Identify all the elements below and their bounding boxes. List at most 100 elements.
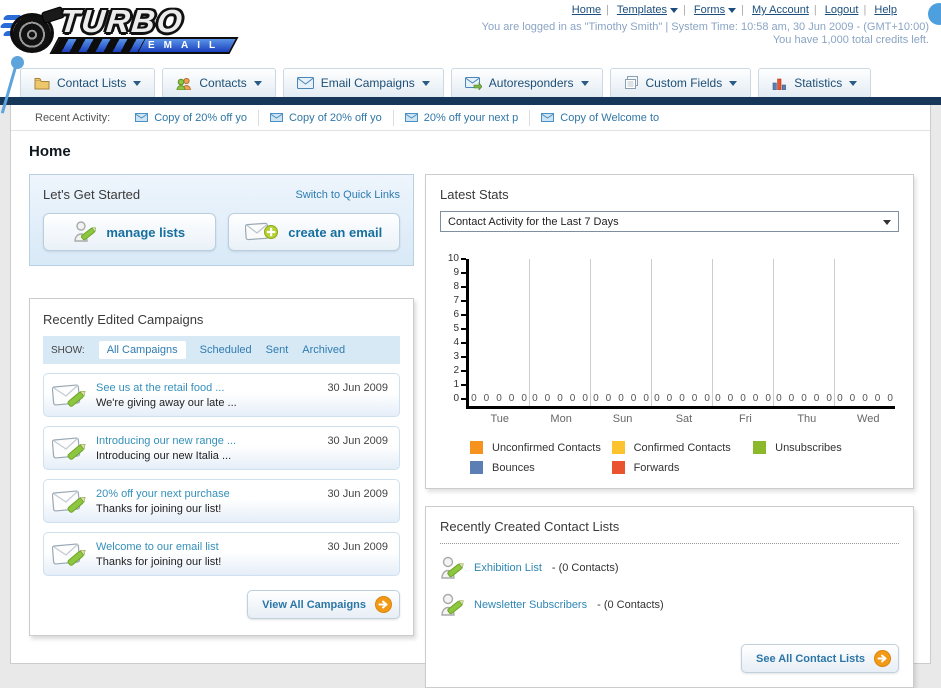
contact-list-count: - (0 Contacts) — [597, 599, 664, 611]
recent-campaigns-title: Recently Edited Campaigns — [43, 312, 204, 327]
envelope-edit-icon — [52, 490, 86, 513]
filter-archived[interactable]: Archived — [302, 344, 345, 356]
latest-stats-panel: Latest Stats Contact Activity for the La… — [425, 174, 914, 489]
pages-icon — [624, 76, 638, 89]
content-container: Recent Activity: Copy of 20% off yo Copy… — [10, 105, 931, 688]
decorative-circle — [928, 3, 941, 25]
recent-activity-label: Recent Activity: — [35, 111, 111, 124]
legend-swatch — [611, 461, 625, 474]
tab-email-campaigns[interactable]: Email Campaigns — [282, 68, 444, 97]
chevron-down-icon — [133, 80, 142, 86]
contacts-icon — [176, 77, 192, 90]
campaign-subtitle: Thanks for joining our list! — [96, 502, 222, 515]
envelope-icon — [404, 113, 418, 122]
filter-scheduled[interactable]: Scheduled — [200, 344, 252, 356]
contact-list-link[interactable]: Newsletter Subscribers — [474, 599, 587, 611]
legend-swatch — [611, 441, 625, 454]
recent-activity-item[interactable]: Copy of 20% off yo — [124, 110, 258, 126]
bar-chart-icon — [772, 78, 787, 90]
nav-logout-link[interactable]: Logout — [825, 4, 859, 16]
create-email-button[interactable]: create an email — [227, 213, 400, 251]
tab-contact-lists[interactable]: Contact Lists — [20, 68, 156, 97]
legend-swatch — [470, 441, 483, 454]
nav-help-link[interactable]: Help — [874, 4, 897, 16]
campaign-subtitle: We're giving away our late ... — [96, 396, 237, 409]
campaign-date: 30 Jun 2009 — [327, 541, 388, 553]
logo-stripes — [52, 39, 146, 52]
person-edit-icon — [441, 593, 464, 616]
legend-item: Forwards — [611, 461, 754, 474]
logo-text-email: EMAIL — [147, 40, 224, 51]
filter-sent[interactable]: Sent — [266, 344, 289, 356]
campaign-title-link[interactable]: See us at the retail food ... — [96, 382, 311, 394]
recent-campaigns-panel: Recently Edited Campaigns SHOW: All Camp… — [29, 298, 414, 636]
campaign-card[interactable]: Introducing our new range ... Introducin… — [43, 426, 400, 470]
legend-item: Confirmed Contacts — [611, 441, 754, 454]
campaign-title-link[interactable]: 20% off your next purchase — [96, 488, 311, 500]
legend-item: Bounces — [470, 461, 612, 474]
campaign-card[interactable]: 20% off your next purchase Thanks for jo… — [43, 479, 400, 523]
contact-list-link[interactable]: Exhibition List — [474, 562, 542, 574]
recent-activity-item[interactable]: Copy of Welcome to — [529, 109, 670, 126]
nav-forms-link[interactable]: Forms — [694, 4, 725, 16]
campaign-subtitle: Thanks for joining our list! — [96, 555, 222, 568]
campaign-date: 30 Jun 2009 — [327, 435, 388, 447]
main-tab-bar: Contact Lists Contacts Email Campaigns A… — [0, 66, 941, 97]
chevron-down-icon — [421, 80, 430, 86]
view-all-campaigns-button[interactable]: View All Campaigns — [247, 590, 400, 619]
chart-x-axis-labels: Tue Mon Sun Sat Fri Thu Wed — [490, 413, 880, 425]
recent-activity-bar: Recent Activity: Copy of 20% off yo Copy… — [11, 105, 930, 131]
campaign-subtitle: Introducing our new Italia ... — [96, 449, 232, 462]
see-all-contact-lists-button[interactable]: See All Contact Lists — [740, 644, 899, 673]
manage-lists-button[interactable]: manage lists — [43, 213, 216, 251]
contact-list-item: Exhibition List - (0 Contacts) — [440, 555, 899, 581]
person-edit-icon — [74, 221, 97, 242]
legend-swatch — [470, 461, 483, 474]
chevron-down-icon — [580, 80, 589, 86]
filter-all-campaigns[interactable]: All Campaigns — [98, 341, 186, 359]
tab-custom-fields[interactable]: Custom Fields — [609, 68, 752, 97]
login-info: You are logged in as "Timothy Smith" | S… — [481, 21, 929, 33]
envelope-icon — [541, 113, 555, 122]
campaign-card[interactable]: See us at the retail food ... We're givi… — [43, 373, 400, 417]
envelope-edit-icon — [52, 543, 86, 566]
contact-list-item: Newsletter Subscribers - (0 Contacts) — [440, 592, 899, 618]
legend-swatch — [753, 441, 767, 454]
page-title: Home — [29, 143, 71, 160]
campaign-card[interactable]: Welcome to our email list Thanks for joi… — [43, 532, 400, 576]
show-label: SHOW: — [51, 344, 85, 356]
folder-icon — [34, 77, 50, 89]
nav-home-link[interactable]: Home — [572, 4, 601, 16]
top-nav: Home | Templates | Forms | My Account | Logo… — [571, 4, 897, 16]
logo-text-turbo: TURBO — [58, 3, 186, 39]
dotted-divider — [440, 543, 899, 544]
recent-activity-item[interactable]: 20% off your next p — [392, 109, 530, 126]
campaign-filter-bar: SHOW: All Campaigns Scheduled Sent Archi… — [43, 336, 400, 364]
recent-activity-item[interactable]: Copy of 20% off yo — [257, 109, 393, 126]
envelope-icon — [135, 113, 149, 122]
envelope-icon — [296, 77, 314, 89]
campaign-title-link[interactable]: Welcome to our email list — [96, 541, 311, 553]
get-started-panel: Let's Get Started Switch to Quick Links … — [29, 174, 414, 266]
nav-templates-link[interactable]: Templates — [617, 4, 667, 16]
envelope-plus-icon — [245, 222, 279, 241]
recent-contact-lists-panel: Recently Created Contact Lists Exhibitio… — [425, 506, 914, 688]
chevron-down-icon — [883, 220, 891, 225]
turbo-email-logo: TURBO EMAIL — [0, 3, 258, 59]
stats-period-dropdown[interactable]: Contact Activity for the Last 7 Days — [440, 211, 899, 232]
tab-contacts[interactable]: Contacts — [162, 68, 276, 97]
arrow-circle-icon — [874, 650, 891, 667]
legend-item: Unconfirmed Contacts — [470, 441, 612, 454]
campaign-title-link[interactable]: Introducing our new range ... — [96, 435, 311, 447]
logo-email-bar: EMAIL — [49, 37, 239, 54]
recent-contact-lists-title: Recently Created Contact Lists — [440, 519, 620, 534]
nav-my-account-link[interactable]: My Account — [752, 4, 809, 16]
contact-list-count: - (0 Contacts) — [551, 562, 619, 574]
chevron-down-icon — [670, 7, 678, 13]
chart-plot-area: 00000000000000000000000000000000000 — [466, 259, 895, 409]
tab-autoresponders[interactable]: Autoresponders — [450, 68, 603, 97]
navy-divider-bar — [0, 97, 941, 105]
switch-quick-links[interactable]: Switch to Quick Links — [295, 189, 400, 201]
tab-statistics[interactable]: Statistics — [758, 68, 872, 97]
chevron-down-icon — [253, 80, 262, 86]
